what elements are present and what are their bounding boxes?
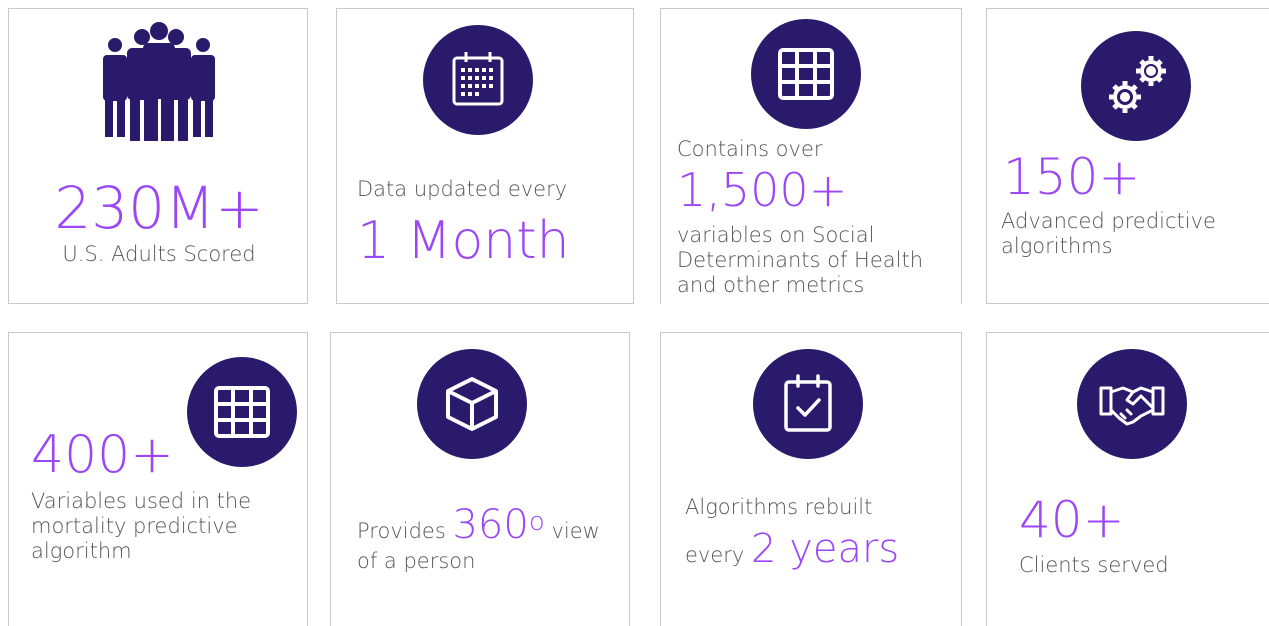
stat-value: 2 years <box>751 526 900 572</box>
stat-caption-line-1: Variables used in the <box>31 489 252 513</box>
stat-caption-line-2: mortality predictive <box>31 514 238 538</box>
stat-card-data-updated: Data updated every 1 Month <box>336 8 634 304</box>
grid-table-icon <box>751 19 861 129</box>
stat-card-algorithms-rebuilt: Algorithms rebuilt every 2 years <box>660 332 962 626</box>
stat-caption: Clients served <box>1019 553 1169 577</box>
stat-caption: U.S. Adults Scored <box>62 242 256 266</box>
cube-icon <box>417 349 527 459</box>
stat-card-adults-scored: 230M+ U.S. Adults Scored <box>8 8 308 304</box>
stat-caption-line-1: variables on Social <box>677 223 875 247</box>
stat-caption-line-2: Determinants of Health <box>677 248 924 272</box>
handshake-icon <box>1077 349 1187 459</box>
stat-card-variables-sdoh: Contains over 1,500+ variables on Social… <box>660 8 962 304</box>
stat-prefix-every: every <box>685 543 745 567</box>
grid-table-icon <box>187 357 297 467</box>
calendar-icon <box>423 25 533 135</box>
stat-prefix: Data updated every <box>357 177 568 201</box>
stat-value: 150+ <box>1003 148 1141 206</box>
stat-caption-line-3: and other metrics <box>677 273 865 297</box>
stat-prefix: Provides <box>357 519 446 543</box>
stat-card-predictive-algorithms: 150+ Advanced predictive algorithms <box>986 8 1269 304</box>
calendar-check-icon <box>753 349 863 459</box>
stat-value: 40+ <box>1019 491 1125 549</box>
people-group-icon <box>97 21 221 141</box>
stat-value: 1 Month <box>357 211 570 271</box>
stat-value-superscript: o <box>528 507 545 537</box>
stat-card-clients-served: 40+ Clients served <box>986 332 1269 626</box>
stat-value: 230M+ <box>54 174 264 242</box>
stat-card-mortality-variables: 400+ Variables used in the mortality pre… <box>8 332 308 626</box>
gears-icon <box>1081 31 1191 141</box>
stat-suffix: view <box>551 519 600 543</box>
stat-prefix: Algorithms rebuilt <box>685 495 873 519</box>
stat-prefix: Contains over <box>677 137 823 161</box>
stat-caption-line-2: algorithms <box>1001 234 1113 258</box>
stat-caption-line-3: algorithm <box>31 539 132 563</box>
stat-value: 360 <box>452 502 529 548</box>
stat-card-360-view: Provides 360o view of a person <box>330 332 630 626</box>
stat-value: 1,500+ <box>677 163 848 217</box>
stat-sentence: every 2 years <box>685 529 899 569</box>
stat-value: 400+ <box>31 425 174 485</box>
stat-caption: of a person <box>357 549 476 573</box>
stat-sentence: Provides 360o view <box>357 505 600 545</box>
stat-caption-line-1: Advanced predictive <box>1001 209 1216 233</box>
